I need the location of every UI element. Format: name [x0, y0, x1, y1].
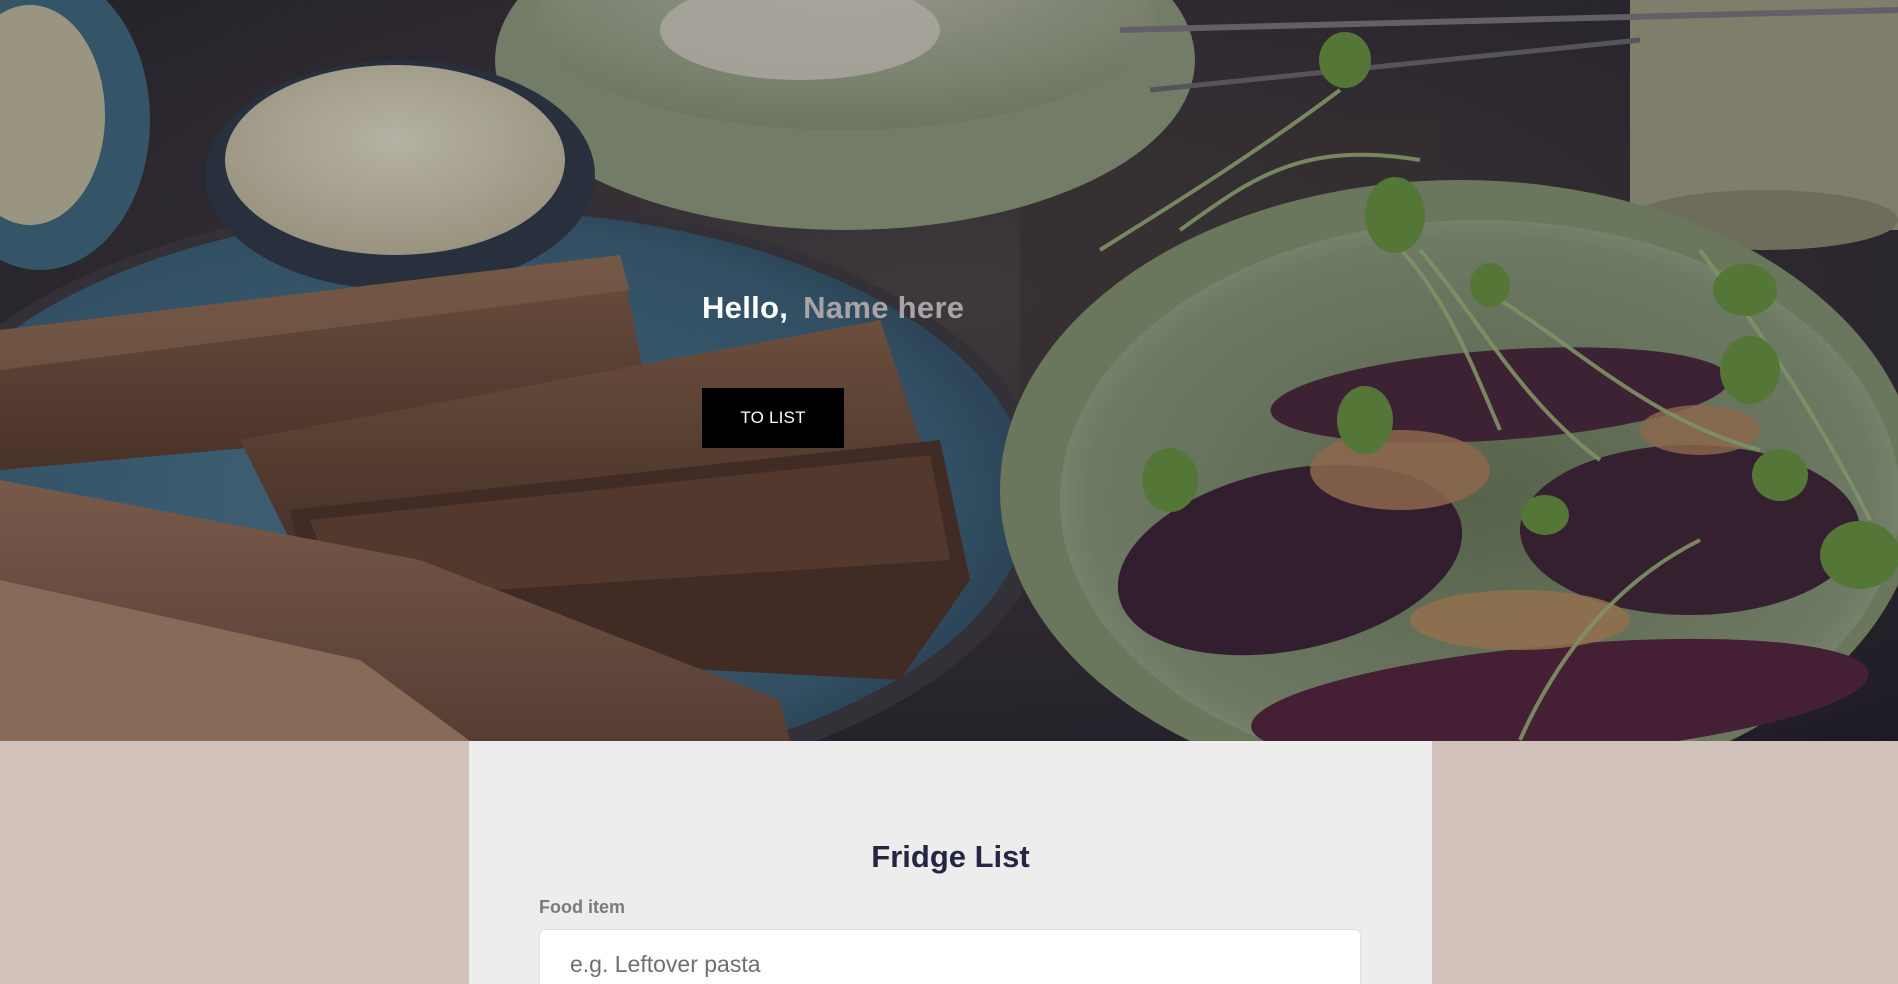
to-list-button[interactable]: TO LIST	[702, 388, 844, 448]
user-name: Name here	[803, 290, 965, 325]
food-item-label: Food item	[539, 897, 625, 917]
food-item-input[interactable]	[539, 929, 1361, 984]
fridge-list-title: Fridge List	[871, 839, 1030, 874]
fridge-list-card: Fridge List Food item	[469, 741, 1432, 984]
page: Hello, Name here TO LIST Fridge List Foo…	[0, 0, 1898, 984]
greeting-heading: Hello, Name here	[702, 290, 964, 326]
hero-overlay	[0, 0, 1898, 741]
hero-banner: Hello, Name here TO LIST	[0, 0, 1898, 741]
greeting-prefix: Hello,	[702, 290, 789, 325]
